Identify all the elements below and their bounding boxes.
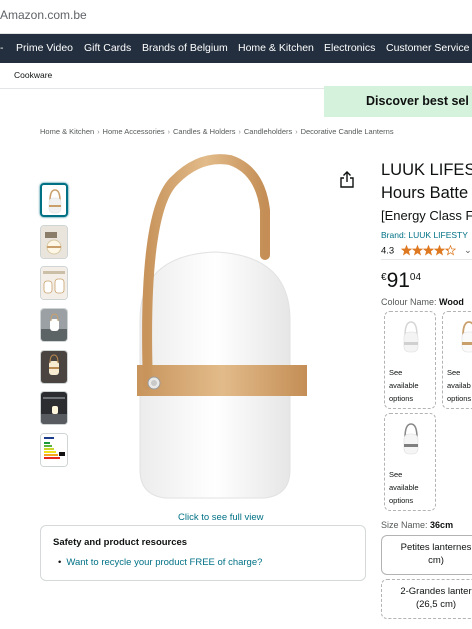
divider [381,259,472,260]
chevron-down-icon[interactable]: ⌄ [464,245,472,255]
rating-number: 4.3 [381,245,395,257]
breadcrumb-separator-icon: › [97,129,100,136]
main-nav-bar: - Prime Video Gift Cards Brands of Belgi… [0,34,472,63]
colour-swatch[interactable]: See available options [384,311,436,409]
product-title-line-1: LUUK LIFEST [381,161,472,179]
size-option-small[interactable]: Petites lanternes cm) [381,535,472,575]
breadcrumb-separator-icon: › [238,129,241,136]
thumbnail-energy-label[interactable] [40,433,68,467]
product-main-image[interactable] [120,150,330,505]
price: €9104 [381,269,421,293]
thumbnail-lantern-group[interactable] [40,266,68,300]
rating-row[interactable]: 4.3 ⌄ [381,242,472,257]
energy-label-thumbnail-image [41,434,67,466]
thumbnail-lantern-outdoor[interactable] [40,308,68,342]
promo-banner[interactable]: Discover best sel [324,86,472,117]
nav-item-electronics[interactable]: Electronics [324,42,375,54]
size-option-text: Petites lanternes cm) [400,542,472,566]
thumbnail-lantern-dark[interactable] [40,350,68,384]
nav-item-prime-video[interactable]: Prime Video [16,42,73,54]
share-icon[interactable] [339,171,355,189]
star-fill [434,245,444,255]
price-currency-symbol: € [381,272,387,283]
star-fill [423,245,433,255]
nav-item-home-kitchen[interactable]: Home & Kitchen [238,42,314,54]
thumbnail-lantern-lit[interactable] [40,225,68,259]
size-label-text: Size Name: [381,520,428,530]
promo-text: Discover best sel [366,94,469,108]
lantern-lit-thumbnail-image [41,226,67,258]
recycle-link[interactable]: Want to recycle your product FREE of cha… [58,557,262,568]
breadcrumb-item[interactable]: Candles & Holders [173,127,236,136]
nav-item-gift-cards[interactable]: Gift Cards [84,42,131,54]
nav-item-customer-service[interactable]: Customer Service [386,42,469,54]
rating-stars-icon[interactable] [400,245,457,256]
subnav-item-cookware[interactable]: Cookware [14,70,52,80]
swatch-text: See available options [389,368,419,403]
breadcrumb-item[interactable]: Candleholders [244,127,292,136]
breadcrumb: Home & Kitchen › Home Accessories › Candles … [40,127,394,136]
breadcrumb-item[interactable]: Home & Kitchen [40,127,94,136]
product-title-line-2: Hours Batte [381,184,469,202]
price-fraction: 04 [409,272,422,283]
price-whole: 91 [386,269,410,292]
colour-swatch[interactable]: See available options [384,413,436,511]
colour-swatch[interactable]: See availab options [442,311,472,409]
url-text[interactable]: Amazon.com.be [0,8,87,22]
lantern-white-swatch-image [403,321,419,353]
lantern-night-thumbnail-image [41,392,67,424]
lantern-grey-swatch-image [403,423,419,455]
safety-resources-box: Safety and product resources Want to rec… [40,525,366,581]
star-fill [401,245,411,255]
star-fill [412,245,422,255]
size-name-label: Size Name: 36cm [381,520,453,530]
full-view-link[interactable]: Click to see full view [178,512,264,523]
breadcrumb-separator-icon: › [167,129,170,136]
swatch-text: See availab options [447,368,472,403]
size-selected-value: 36cm [430,520,454,530]
breadcrumb-separator-icon: › [295,129,298,136]
lantern-wood-swatch-image [461,321,472,353]
nav-separator: - [0,42,4,54]
colour-selected-value: Wood [439,297,464,307]
size-option-large[interactable]: 2-Grandes lanter (26,5 cm) [381,579,472,619]
colour-label-text: Colour Name: [381,297,437,307]
breadcrumb-item[interactable]: Home Accessories [103,127,165,136]
thumbnail-lantern-main[interactable] [40,183,68,217]
size-option-text: 2-Grandes lanter (26,5 cm) [400,586,472,610]
safety-title: Safety and product resources [53,537,188,548]
colour-name-label: Colour Name: Wood [381,297,464,307]
thumbnail-lantern-night[interactable] [40,391,68,425]
lantern-outdoor-thumbnail-image [41,309,67,341]
lantern-group-thumbnail-image [41,267,67,299]
swatch-text: See available options [389,470,419,505]
breadcrumb-item[interactable]: Decorative Candle Lanterns [301,127,394,136]
lantern-dark-thumbnail-image [41,351,67,383]
energy-class-text: [Energy Class F [381,208,472,223]
nav-item-brands-of-belgium[interactable]: Brands of Belgium [142,42,228,54]
brand-link[interactable]: Brand: LUUK LIFESTY [381,230,468,240]
browser-url-bar[interactable]: Amazon.com.be [0,0,472,34]
lantern-thumbnail-image [48,189,62,214]
